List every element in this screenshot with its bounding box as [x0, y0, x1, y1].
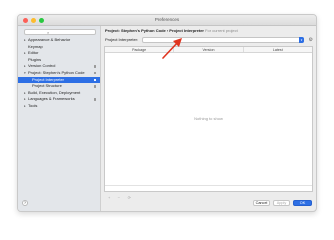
- annotation-arrow: [162, 38, 182, 59]
- sidebar-item-keymap[interactable]: Keymap: [18, 44, 100, 51]
- sidebar-item-project-interpreter[interactable]: Project Interpreter: [18, 76, 100, 84]
- interpreter-label: Project Interpreter:: [105, 37, 139, 42]
- packages-table: Package Version Latest Nothing to show +…: [104, 46, 313, 200]
- sidebar-item-label: Tools: [28, 102, 38, 108]
- empty-state-text: Nothing to show: [194, 116, 223, 121]
- breadcrumb: Project: Stephen's Python Code › Project…: [105, 28, 238, 33]
- sidebar-item-label: Languages & Frameworks: [28, 96, 75, 102]
- interpreter-row: Project Interpreter: ▾ ⚙: [104, 37, 313, 43]
- table-toolbar: + − ⟳: [105, 185, 312, 200]
- cancel-button[interactable]: Cancel: [253, 200, 270, 206]
- sidebar-item-build-execution-deployment[interactable]: ▸ Build, Execution, Deployment: [18, 90, 100, 97]
- sidebar-item-label: Appearance & Behavior: [28, 37, 71, 42]
- sidebar-item-project-structure[interactable]: Project Structure: [18, 83, 100, 90]
- settings-tree: ▸ Appearance & Behavior Keymap ▸ Editor Pl…: [18, 37, 100, 110]
- sidebar-item-tools[interactable]: ▸ Tools: [18, 103, 100, 110]
- sidebar-item-languages-frameworks[interactable]: ▸ Languages & Frameworks: [18, 96, 100, 103]
- sidebar-item-label: Plugins: [28, 56, 42, 62]
- project-scope-icon: [93, 78, 96, 82]
- column-header-version[interactable]: Version: [174, 47, 244, 52]
- breadcrumb-path: Project: Stephen's Python Code › Project…: [105, 28, 204, 33]
- chevron-down-icon[interactable]: ▾: [299, 37, 304, 43]
- scope-note: For current project: [205, 28, 238, 33]
- project-scope-icon: [93, 98, 96, 101]
- remove-package-button[interactable]: −: [118, 195, 120, 200]
- help-button[interactable]: ?: [22, 200, 28, 206]
- column-header-latest[interactable]: Latest: [244, 47, 312, 52]
- sidebar-item-project[interactable]: ▾ Project: Stephen's Python Code: [18, 70, 100, 77]
- sidebar-item-label: Keymap: [28, 43, 43, 49]
- settings-search-input[interactable]: ⌕: [24, 29, 96, 35]
- sidebar-item-version-control[interactable]: ▸ Version Control: [18, 63, 100, 70]
- sidebar-item-plugins[interactable]: Plugins: [18, 57, 100, 64]
- sidebar-item-label: Project Structure: [32, 83, 62, 89]
- sidebar-item-label: Project: Stephen's Python Code: [28, 69, 85, 75]
- sidebar-item-editor[interactable]: ▸ Editor: [18, 50, 100, 57]
- sidebar-item-label: Project Interpreter: [32, 76, 65, 82]
- project-scope-icon: [93, 85, 96, 88]
- settings-content: Project: Stephen's Python Code › Project…: [102, 26, 316, 211]
- sidebar-item-appearance-behavior[interactable]: ▸ Appearance & Behavior: [18, 37, 100, 44]
- gear-icon[interactable]: ⚙: [309, 37, 313, 43]
- title-bar: Preferences: [18, 15, 316, 26]
- upgrade-package-button[interactable]: ⟳: [128, 195, 131, 200]
- add-package-button[interactable]: +: [108, 195, 110, 200]
- sidebar-item-label: Build, Execution, Deployment: [28, 89, 81, 95]
- apply-button[interactable]: Apply: [273, 200, 290, 206]
- sidebar-item-label: Editor: [28, 50, 39, 56]
- sidebar-item-label: Version Control: [28, 63, 56, 69]
- window-title: Preferences: [154, 17, 180, 22]
- project-scope-icon: [93, 65, 96, 68]
- table-header: Package Version Latest: [105, 47, 312, 53]
- ok-button[interactable]: OK: [293, 200, 312, 206]
- project-scope-icon: [93, 71, 96, 75]
- settings-sidebar: ⌕ ▸ Appearance & Behavior Keymap ▸ Editor …: [18, 26, 101, 211]
- search-icon: ⌕: [47, 30, 50, 35]
